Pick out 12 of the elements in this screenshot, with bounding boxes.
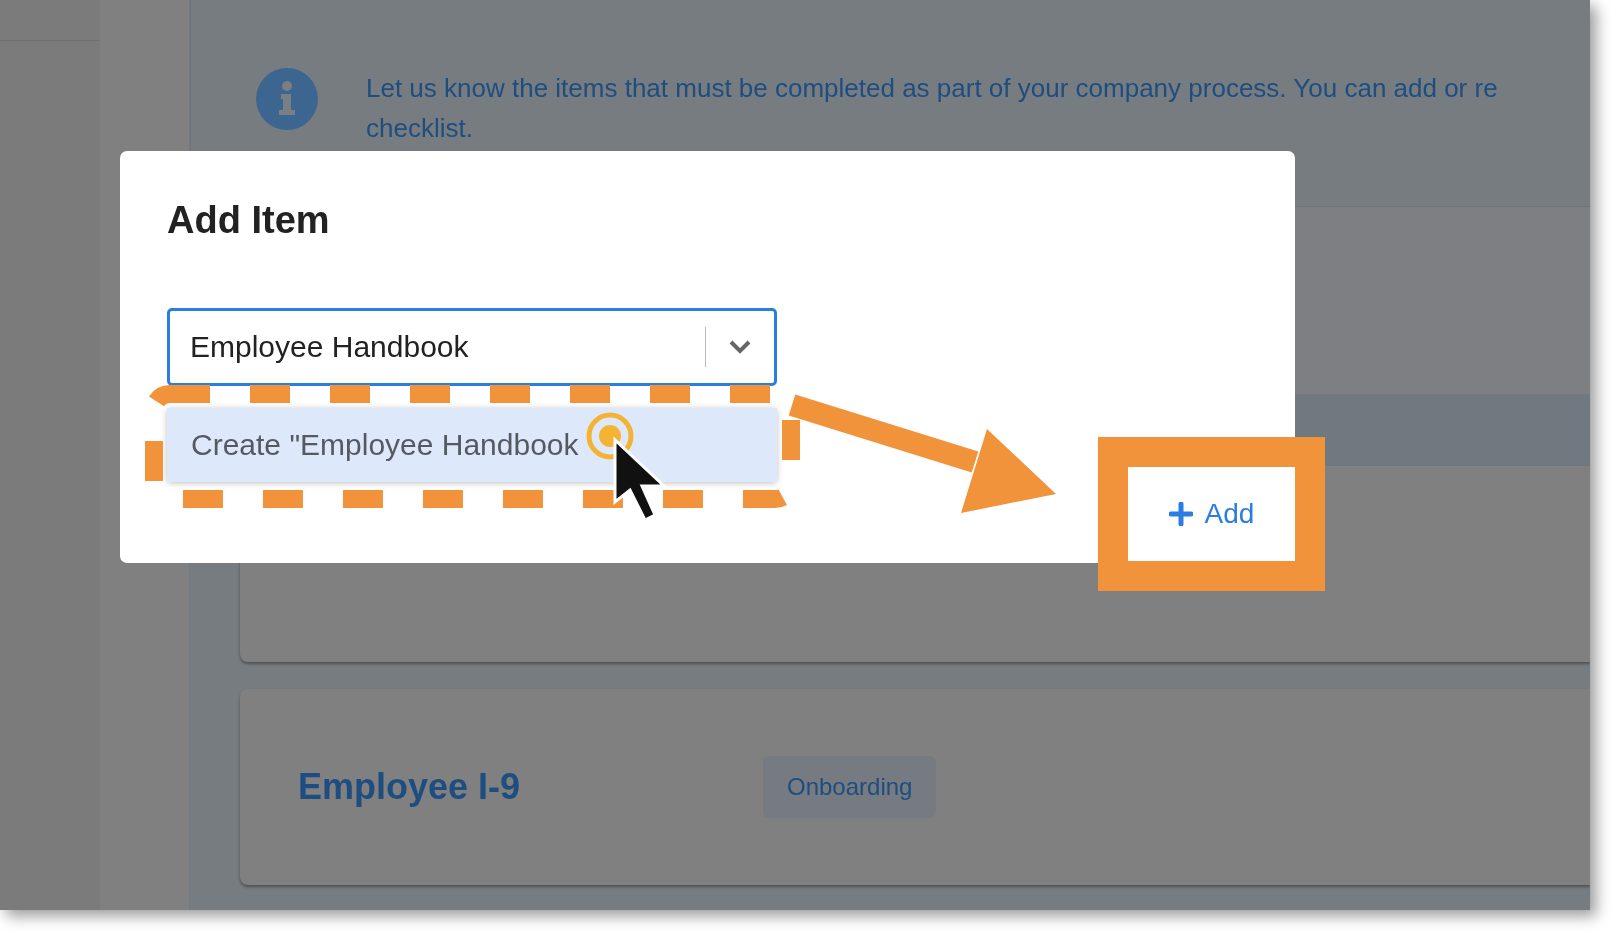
info-icon — [256, 68, 318, 130]
chevron-down-icon — [728, 339, 752, 355]
info-text: checklist. — [366, 112, 474, 145]
item-title: Employee I-9 — [298, 766, 522, 808]
add-button[interactable]: Add — [1128, 467, 1295, 561]
click-ring-icon — [586, 412, 634, 460]
tag: Onboarding — [763, 756, 937, 818]
info-text: Let us know the items that must be completed as part of your company process. You can add or re — [366, 72, 1498, 105]
plus-icon — [1168, 502, 1193, 526]
dropdown-option[interactable]: Create "Employee Handbook — [167, 408, 777, 482]
dialog-title: Add Item — [167, 199, 330, 242]
item-select[interactable]: Employee Handbook — [167, 308, 777, 386]
